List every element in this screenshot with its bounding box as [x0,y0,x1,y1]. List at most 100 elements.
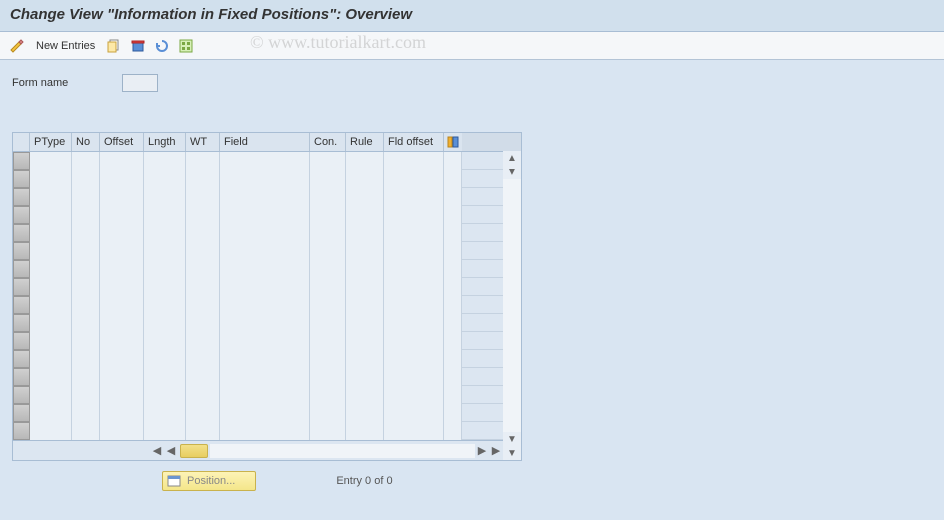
cell[interactable] [100,242,144,260]
cell[interactable] [72,314,100,332]
hscroll-track[interactable] [210,444,475,458]
cell[interactable] [144,278,186,296]
select-all-icon[interactable] [177,37,195,55]
column-rule[interactable]: Rule [346,133,384,151]
cell[interactable] [220,242,310,260]
cell[interactable] [144,188,186,206]
cell[interactable] [30,404,72,422]
cell[interactable] [346,386,384,404]
cell[interactable] [30,188,72,206]
cell[interactable] [186,188,220,206]
column-fld-offset[interactable]: Fld offset [384,133,444,151]
cell[interactable] [186,386,220,404]
cell[interactable] [144,170,186,188]
hscroll-thumb[interactable] [180,444,208,458]
row-selector[interactable] [13,242,30,260]
row-selector[interactable] [13,350,30,368]
scroll-up-icon[interactable]: ▲ [503,151,521,165]
cell[interactable] [72,350,100,368]
column-lngth[interactable]: Lngth [144,133,186,151]
cell[interactable] [72,278,100,296]
cell[interactable] [30,296,72,314]
toggle-display-icon[interactable] [8,37,26,55]
cell[interactable] [72,188,100,206]
hscroll-left-icon[interactable]: ◀ [164,444,178,457]
cell[interactable] [444,224,462,242]
cell[interactable] [30,278,72,296]
cell[interactable] [310,350,346,368]
cell[interactable] [310,332,346,350]
cell[interactable] [186,260,220,278]
cell[interactable] [144,368,186,386]
cell[interactable] [30,206,72,224]
cell[interactable] [220,224,310,242]
cell[interactable] [30,350,72,368]
cell[interactable] [444,242,462,260]
cell[interactable] [186,422,220,440]
scroll-track[interactable] [503,179,521,432]
cell[interactable] [100,224,144,242]
cell[interactable] [30,386,72,404]
cell[interactable] [384,224,444,242]
cell[interactable] [30,314,72,332]
scroll-down-icon[interactable]: ▼ [503,446,521,460]
cell[interactable] [186,170,220,188]
cell[interactable] [30,242,72,260]
position-button[interactable]: Position... [162,471,256,491]
cell[interactable] [186,350,220,368]
cell[interactable] [100,152,144,170]
cell[interactable] [186,404,220,422]
cell[interactable] [220,296,310,314]
row-selector[interactable] [13,260,30,278]
column-wt[interactable]: WT [186,133,220,151]
row-selector[interactable] [13,404,30,422]
cell[interactable] [384,404,444,422]
cell[interactable] [310,314,346,332]
cell[interactable] [384,350,444,368]
vertical-scrollbar[interactable]: ▲ ▲ ▼ ▼ [503,151,521,460]
cell[interactable] [186,242,220,260]
cell[interactable] [220,188,310,206]
cell[interactable] [100,332,144,350]
cell[interactable] [144,224,186,242]
cell[interactable] [220,206,310,224]
cell[interactable] [30,152,72,170]
cell[interactable] [144,260,186,278]
cell[interactable] [144,206,186,224]
scroll-down2-icon[interactable]: ▼ [503,432,521,446]
cell[interactable] [384,206,444,224]
column-no[interactable]: No [72,133,100,151]
cell[interactable] [144,152,186,170]
cell[interactable] [444,188,462,206]
cell[interactable] [346,152,384,170]
cell[interactable] [384,152,444,170]
cell[interactable] [144,314,186,332]
cell[interactable] [186,332,220,350]
cell[interactable] [72,332,100,350]
cell[interactable] [310,188,346,206]
row-selector[interactable] [13,278,30,296]
cell[interactable] [30,260,72,278]
cell[interactable] [346,260,384,278]
cell[interactable] [346,332,384,350]
cell[interactable] [186,224,220,242]
row-selector[interactable] [13,152,30,170]
cell[interactable] [444,206,462,224]
row-selector[interactable] [13,332,30,350]
cell[interactable] [100,386,144,404]
row-selector[interactable] [13,368,30,386]
cell[interactable] [310,368,346,386]
cell[interactable] [220,368,310,386]
cell[interactable] [310,170,346,188]
cell[interactable] [220,278,310,296]
copy-icon[interactable] [105,37,123,55]
cell[interactable] [72,260,100,278]
cell[interactable] [144,422,186,440]
cell[interactable] [100,314,144,332]
cell[interactable] [444,404,462,422]
cell[interactable] [220,404,310,422]
cell[interactable] [72,422,100,440]
cell[interactable] [384,260,444,278]
cell[interactable] [346,224,384,242]
new-entries-button[interactable]: New Entries [32,40,99,52]
